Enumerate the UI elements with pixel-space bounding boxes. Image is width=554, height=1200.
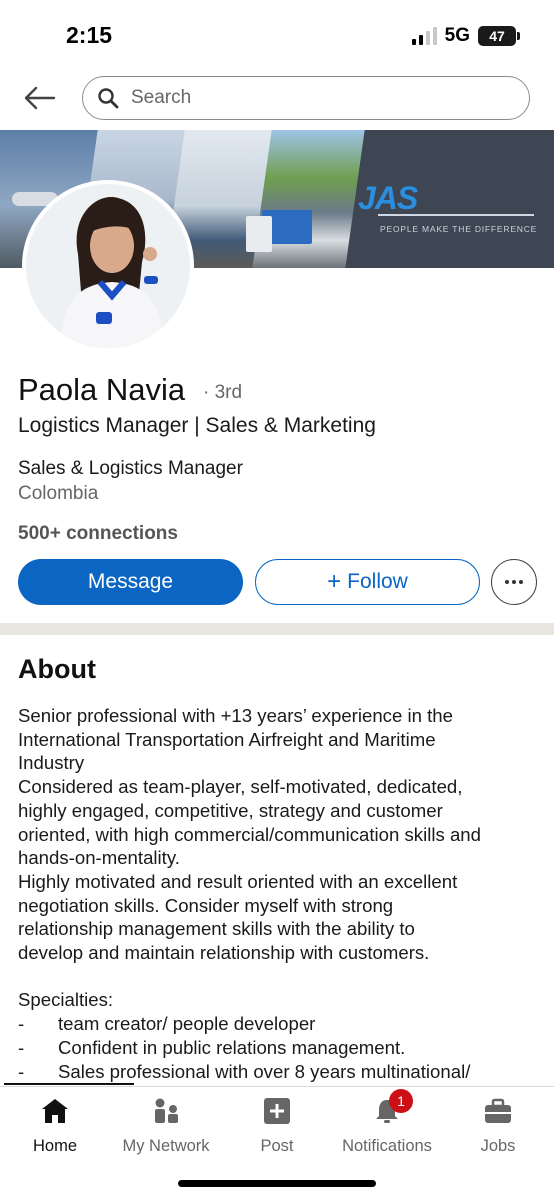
bullet-dash: - <box>18 1036 25 1058</box>
plus-icon: + <box>327 568 342 595</box>
about-text: Senior professional with +13 years’ expe… <box>18 704 544 1086</box>
about-line: Considered as team-player, self-motivate… <box>18 776 463 798</box>
search-input[interactable] <box>131 87 491 109</box>
network-type: 5G <box>444 25 470 46</box>
signal-icon <box>411 27 437 45</box>
about-line: highly engaged, competitive, strategy an… <box>18 799 443 821</box>
connections-count[interactable]: 500+ connections <box>18 523 178 545</box>
back-arrow-icon <box>24 86 56 110</box>
current-role: Sales & Logistics Manager <box>18 458 243 479</box>
banner-tagline: PEOPLE MAKE THE DIFFERENCE <box>380 224 538 234</box>
post-icon <box>261 1095 293 1127</box>
about-line: Industry <box>18 752 85 774</box>
more-options-button[interactable] <box>491 559 537 605</box>
message-button[interactable]: Message <box>18 559 243 605</box>
profile-location: Colombia <box>18 483 99 504</box>
specialty-item: - Sales professional with over 8 years m… <box>18 1060 544 1084</box>
follow-label: Follow <box>347 570 408 593</box>
about-line: relationship management skills with the … <box>18 918 415 940</box>
about-line: hands-on-mentality. <box>18 847 180 869</box>
briefcase-icon <box>482 1095 514 1127</box>
nav-notifications[interactable]: 1 Notifications <box>332 1089 442 1159</box>
search-header <box>0 72 554 130</box>
section-divider <box>0 623 554 635</box>
specialty-text: team creator/ people developer <box>58 1013 316 1035</box>
about-heading: About <box>18 654 96 684</box>
bullet-dash: - <box>18 1013 25 1035</box>
nav-notifications-label: Notifications <box>342 1137 432 1155</box>
status-time: 2:15 <box>66 22 113 48</box>
search-icon <box>98 88 119 109</box>
profile-avatar[interactable] <box>22 180 194 352</box>
scroll-indicator-line <box>4 1083 134 1085</box>
truck-shape <box>246 216 272 252</box>
status-bar: 2:15 5G 47 <box>0 0 554 72</box>
bell-icon: 1 <box>371 1089 413 1127</box>
about-line: develop and maintain relationship with c… <box>18 942 430 964</box>
battery-level: 47 <box>489 28 505 44</box>
home-icon <box>39 1095 71 1127</box>
follow-button[interactable]: + Follow <box>255 559 480 605</box>
specialty-item: - team creator/ people developer <box>18 1012 544 1036</box>
home-indicator <box>178 1180 376 1187</box>
network-icon <box>150 1095 182 1127</box>
search-bar[interactable] <box>82 76 530 120</box>
about-line: oriented, with high commercial/communica… <box>18 823 481 845</box>
battery-icon: 47 <box>478 26 520 46</box>
avatar-photo <box>26 184 190 348</box>
bullet-dash: - <box>18 1060 25 1082</box>
ellipsis-icon <box>505 580 509 584</box>
connection-degree: · 3rd <box>203 382 243 403</box>
about-line: negotiation skills. Consider myself with… <box>18 894 394 916</box>
specialty-text: Sales professional with over 8 years mul… <box>58 1060 471 1082</box>
nav-home[interactable]: Home <box>0 1095 110 1159</box>
about-line: Senior professional with +13 years’ expe… <box>18 705 453 726</box>
specialty-item: - Confident in public relations manageme… <box>18 1036 544 1060</box>
about-line: Highly motivated and result oriented wit… <box>18 870 458 892</box>
company-logo: JAS <box>358 180 418 216</box>
back-button[interactable] <box>20 80 60 116</box>
nav-jobs-label: Jobs <box>480 1137 516 1155</box>
nav-home-label: Home <box>32 1137 77 1155</box>
specialty-text: Confident in public relations management… <box>58 1036 406 1058</box>
nav-my-network[interactable]: My Network <box>111 1095 221 1159</box>
notification-badge: 1 <box>389 1089 413 1113</box>
specialties-heading: Specialties: <box>18 989 114 1011</box>
about-line: International Transportation Airfreight … <box>18 728 436 750</box>
nav-my-network-label: My Network <box>122 1137 210 1155</box>
status-indicators: 5G 47 <box>411 25 520 47</box>
profile-headline: Logistics Manager | Sales & Marketing <box>18 414 376 437</box>
nav-post[interactable]: Post <box>222 1095 332 1159</box>
profile-name: Paola Navia <box>18 372 186 407</box>
nav-jobs[interactable]: Jobs <box>443 1095 553 1159</box>
nav-post-label: Post <box>260 1137 294 1155</box>
